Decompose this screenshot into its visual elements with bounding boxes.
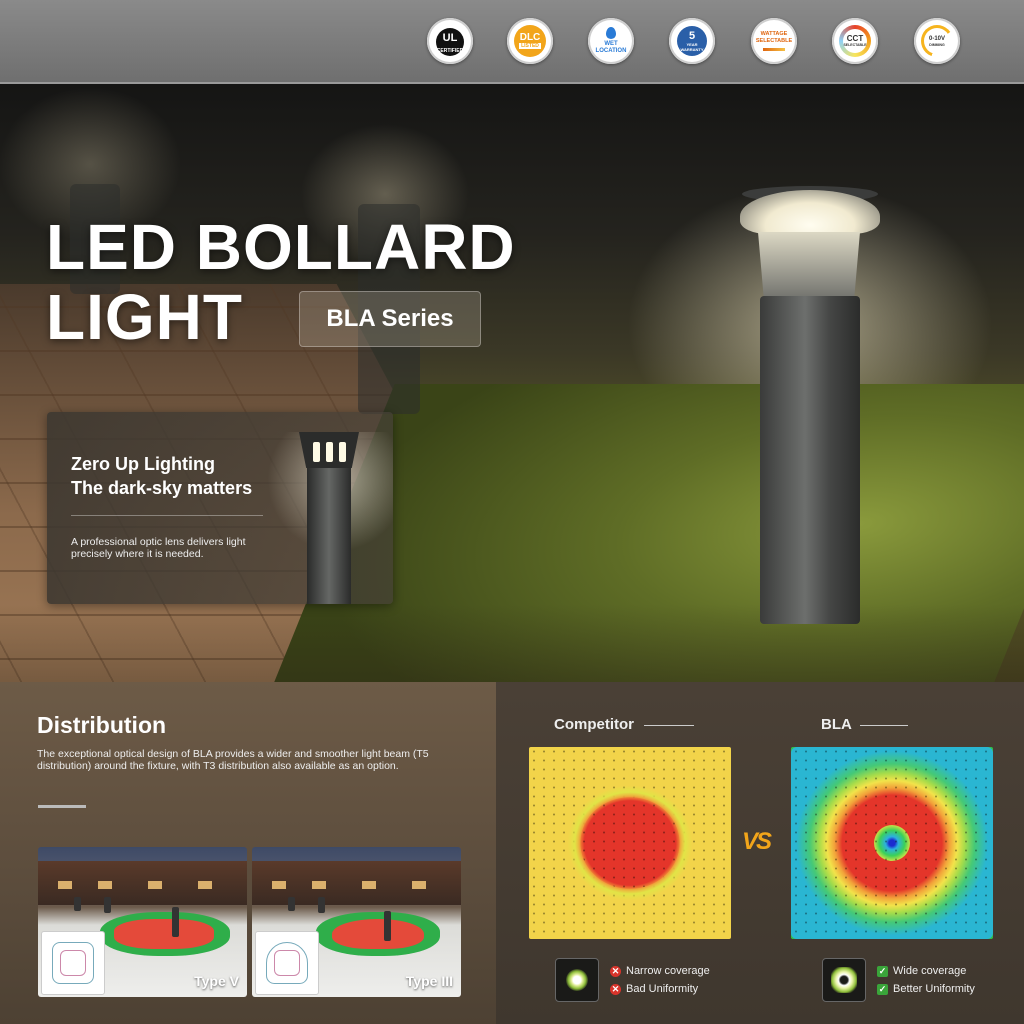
divider (38, 805, 86, 808)
warranty-text: YEAR WARRANTY (680, 41, 704, 52)
bollard (288, 897, 295, 911)
bollard-neck (758, 232, 860, 302)
mini-bollard-post (307, 468, 351, 604)
x-icon: ✕ (610, 965, 621, 977)
wattage-bar-icon (763, 48, 785, 51)
cct-text: CCT (846, 33, 864, 43)
window (198, 881, 212, 889)
title-line-1: LED BOLLARD (46, 211, 516, 283)
location-text: LOCATION (595, 48, 627, 54)
type-v-scene: Type V (38, 847, 247, 997)
ul-mark: UL (442, 31, 458, 44)
window (412, 881, 426, 889)
certification-bar: UL CERTIFIED DLC LISTED WET LOCATION 5 Y… (0, 0, 1024, 84)
bla-label: BLA (821, 716, 852, 733)
series-label: BLA Series (299, 291, 481, 347)
window (148, 881, 162, 889)
divider (860, 725, 908, 726)
card-heading-line-1: Zero Up Lighting (71, 454, 215, 474)
bla-feature: ✓ Better Uniformity (877, 983, 975, 995)
dlc-listed-badge: DLC LISTED (507, 18, 553, 64)
lens-window (339, 442, 346, 462)
ground-shade (0, 604, 1024, 682)
card-heading-line-2: The dark-sky matters (71, 478, 253, 498)
wattage-selectable-badge: WATTAGE SELECTABLE (751, 18, 797, 64)
grid-dots (791, 747, 993, 939)
distribution-title: Distribution (37, 712, 167, 738)
dlc-mark: DLC (519, 32, 541, 43)
type-v-photometric-inset (41, 931, 105, 995)
competitor-label: Competitor (554, 716, 634, 733)
competitor-feature: ✕ Bad Uniformity (610, 983, 698, 995)
competitor-heatmap (529, 747, 731, 939)
check-icon: ✓ (877, 965, 888, 977)
competitor-feature: ✕ Narrow coverage (610, 965, 710, 977)
isoline (60, 950, 86, 976)
warranty-badge: 5 YEAR WARRANTY (669, 18, 715, 64)
window (312, 881, 326, 889)
grid-dots (529, 747, 731, 939)
bollard-light-head (740, 190, 880, 234)
dlc-text: LISTED (519, 43, 541, 49)
bollard (384, 911, 391, 941)
bollard (104, 897, 111, 913)
isoline (274, 950, 300, 976)
feature-text: Better Uniformity (893, 983, 975, 995)
coverage-inner (114, 919, 214, 949)
x-icon: ✕ (610, 983, 621, 995)
competitor-beam-thumbnail (555, 958, 599, 1002)
bollard (318, 897, 325, 913)
wet-text: WET (604, 41, 618, 47)
card-body: A professional optic lens delivers light… (71, 536, 246, 560)
zero-up-lighting-card: Zero Up Lighting The dark-sky matters A … (47, 412, 393, 604)
type-v-label: Type V (194, 973, 239, 989)
cct-selectable-badge: CCT SELECTABLE (832, 18, 878, 64)
type-iii-photometric-inset (255, 931, 319, 995)
type-iii-label: Type III (405, 973, 453, 989)
bollard-post (760, 296, 860, 624)
divider (644, 725, 694, 726)
bollard (172, 907, 179, 937)
type-iii-scene: Type III (252, 847, 461, 997)
ul-certified-badge: UL CERTIFIED (427, 18, 473, 64)
dimming-badge: 0-10V DIMMING (914, 18, 960, 64)
feature-text: Narrow coverage (626, 965, 710, 977)
card-heading: Zero Up Lighting The dark-sky matters (71, 452, 291, 500)
wattage-text: WATTAGE (760, 31, 788, 37)
feature-text: Wide coverage (893, 965, 967, 977)
feature-text: Bad Uniformity (626, 983, 699, 995)
divider (71, 515, 263, 516)
cct-selectable-text: SELECTABLE (843, 42, 867, 47)
bla-beam-thumbnail (822, 958, 866, 1002)
coverage-inner (332, 919, 424, 949)
bla-feature: ✓ Wide coverage (877, 965, 966, 977)
lens-window (326, 442, 333, 462)
ul-text: CERTIFIED (436, 47, 464, 54)
lens-window (313, 442, 320, 462)
bollard (74, 897, 81, 911)
window (98, 881, 112, 889)
wattage-selectable-text: SELECTABLE (755, 38, 793, 44)
window (362, 881, 376, 889)
distribution-description: The exceptional optical design of BLA pr… (37, 748, 429, 772)
window (58, 881, 72, 889)
bla-heatmap (791, 747, 993, 939)
warranty-years: 5 (688, 29, 696, 42)
water-drop-icon (606, 27, 616, 39)
wet-location-badge: WET LOCATION (588, 18, 634, 64)
vs-label: VS (742, 828, 772, 855)
dimming-text: DIMMING (929, 42, 945, 47)
window (272, 881, 286, 889)
dimming-value: 0-10V (928, 35, 945, 42)
check-icon: ✓ (877, 983, 888, 995)
